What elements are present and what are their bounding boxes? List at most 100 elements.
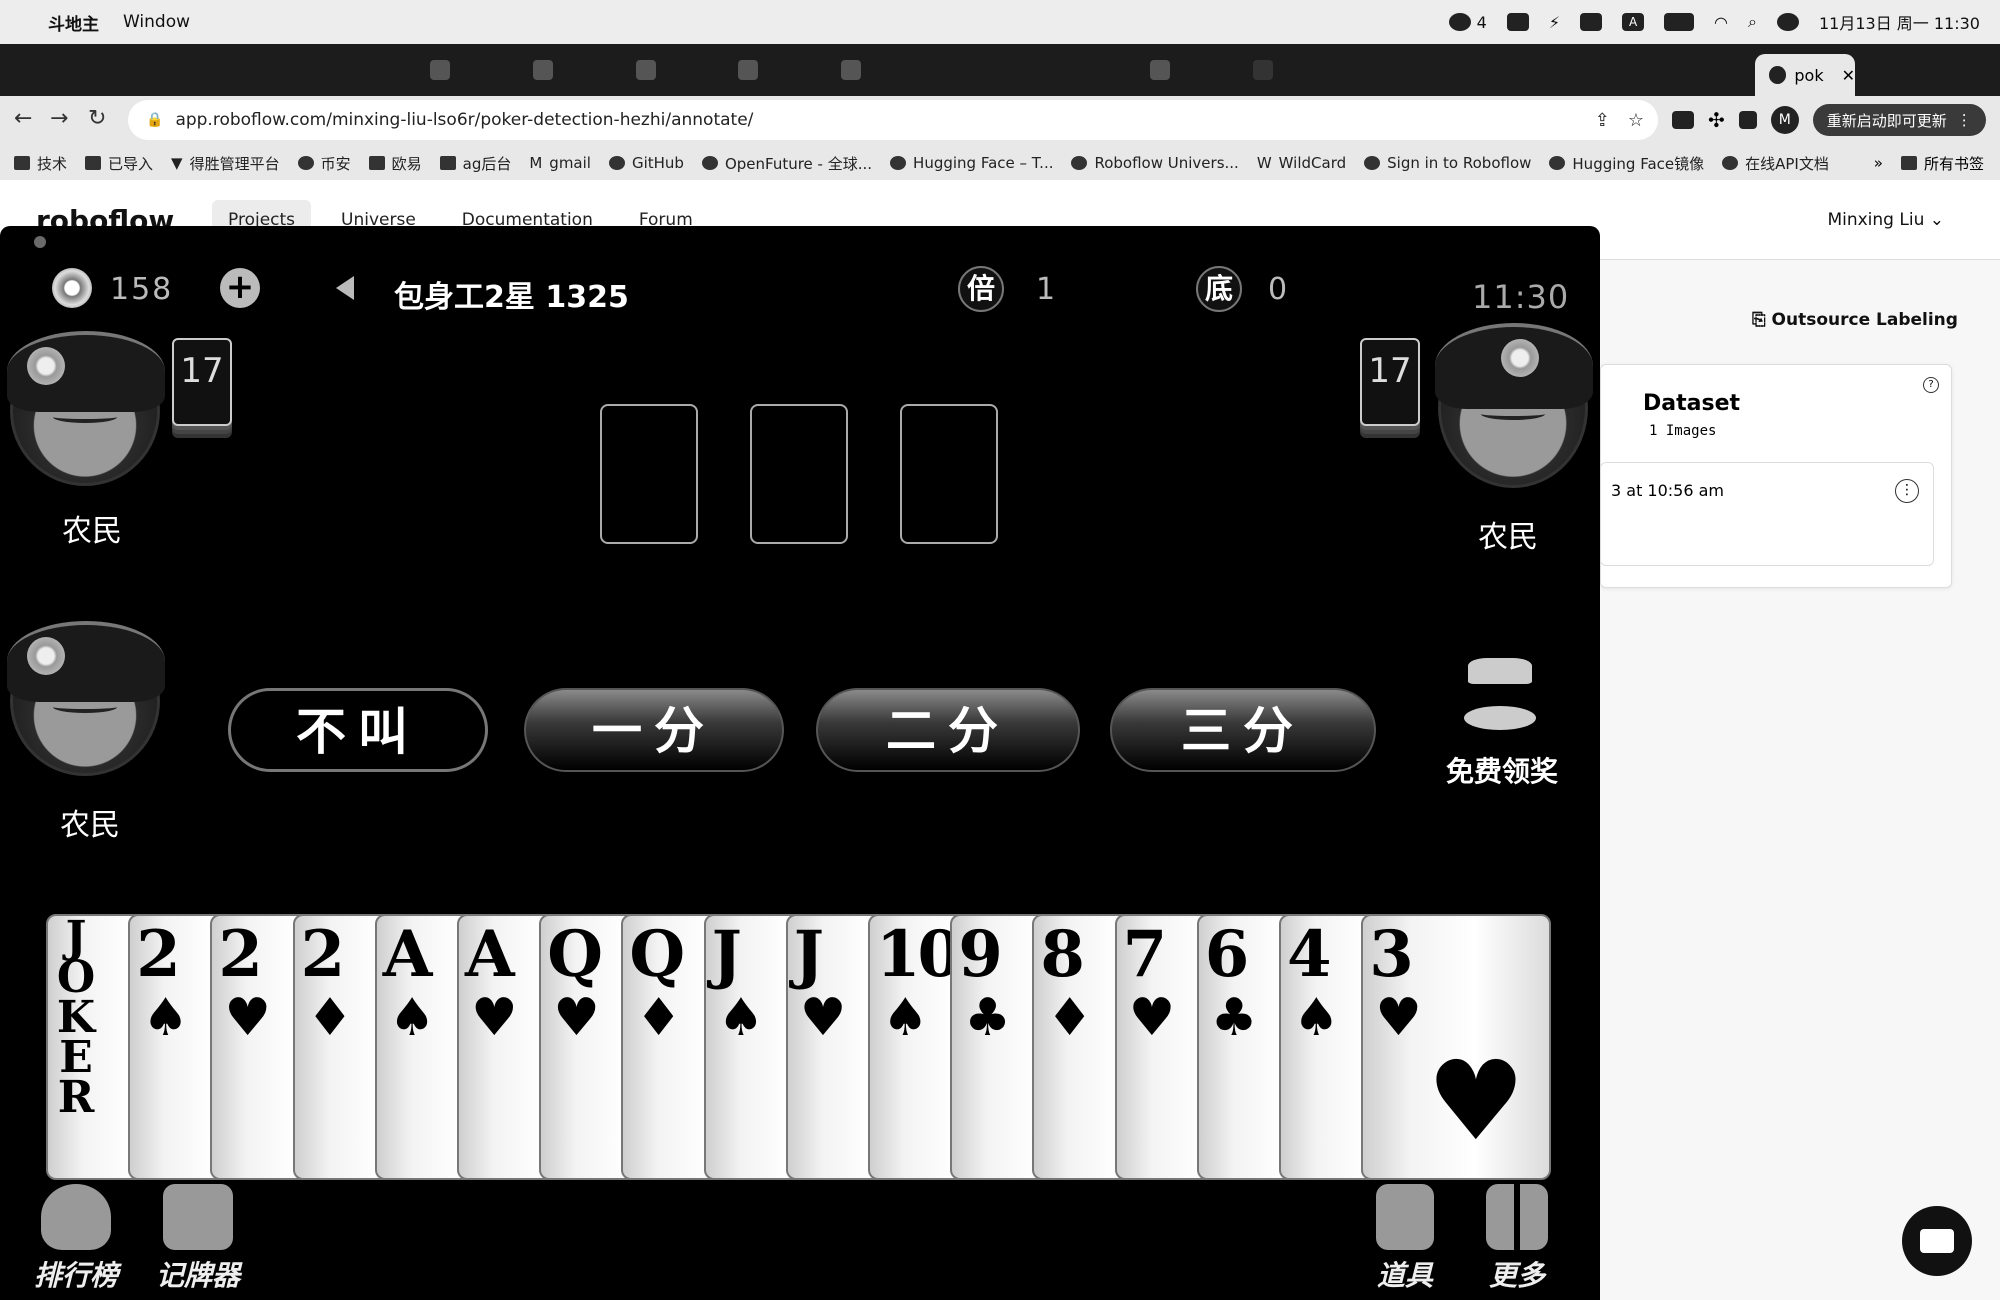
bookmarks-bar-right: » 所有书签: [1874, 146, 1984, 180]
bid-two-button[interactable]: 二分: [816, 688, 1080, 772]
bid-one-button[interactable]: 一分: [524, 688, 784, 772]
gmail-icon: M: [529, 154, 543, 172]
left-player-role: 农民: [62, 514, 122, 549]
tab-favicon[interactable]: [533, 60, 553, 80]
bookmark-item[interactable]: Mgmail: [529, 154, 591, 172]
right-player-role: 农民: [1478, 520, 1538, 555]
hand-card[interactable]: 3 ♥ ♥: [1361, 914, 1552, 1180]
bookmark-item[interactable]: 币安: [297, 153, 351, 174]
self-player-avatar[interactable]: [7, 621, 166, 776]
extension-icon[interactable]: [1672, 111, 1694, 129]
landlord-card-slot: [900, 404, 998, 544]
left-player-avatar[interactable]: [7, 331, 166, 486]
bookmarks-overflow-button[interactable]: »: [1874, 154, 1883, 172]
address-bar[interactable]: 🔒 app.roboflow.com/minxing-liu-lso6r/pok…: [128, 100, 1658, 140]
chat-icon: [1920, 1229, 1954, 1253]
profile-avatar[interactable]: M: [1770, 106, 1799, 134]
card-suit-icon: ♥: [553, 988, 600, 1048]
share-icon[interactable]: ⇪: [1595, 110, 1610, 131]
help-icon[interactable]: ?: [1923, 377, 1939, 393]
close-tab-icon[interactable]: ✕: [1842, 66, 1855, 85]
bookmark-item[interactable]: GitHub: [608, 154, 684, 172]
chat-support-button[interactable]: [1902, 1206, 1972, 1276]
outsource-label: Outsource Labeling: [1771, 310, 1958, 330]
window-dot-icon[interactable]: [34, 236, 46, 248]
tab-favicon[interactable]: [430, 60, 450, 80]
sidebar-icon[interactable]: [1738, 111, 1757, 129]
active-tab[interactable]: pok ✕: [1755, 54, 1855, 96]
bookmark-item[interactable]: ▼ 得胜管理平台: [171, 153, 280, 174]
bookmark-item[interactable]: OpenFuture - 全球...: [701, 153, 872, 174]
more-label: 更多: [1488, 1259, 1545, 1292]
input-source-icon[interactable]: A: [1622, 13, 1645, 31]
tab-favicon[interactable]: [636, 60, 656, 80]
reload-icon[interactable]: ↻: [88, 106, 106, 131]
bolt-icon[interactable]: ⚡: [1549, 13, 1560, 32]
tab-favicon[interactable]: [1253, 60, 1273, 80]
dataset-version-item[interactable]: 3 at 10:56 am ⋮: [1600, 462, 1934, 566]
bookmark-item[interactable]: W WildCard: [1257, 154, 1346, 172]
bid-pass-button[interactable]: 不叫: [228, 688, 488, 772]
right-player-card-count: 17: [1360, 338, 1420, 426]
search-icon[interactable]: ⌕: [1748, 12, 1757, 32]
card-counter-label: 记牌器: [156, 1259, 241, 1292]
game-top-bar: 158 + 包身工2星 1325 倍 1 底 0 11:30: [0, 266, 1600, 326]
tab-favicon[interactable]: [841, 60, 861, 80]
more-button[interactable]: 更多: [1486, 1184, 1548, 1294]
tab-favicon[interactable]: [738, 60, 758, 80]
right-player-avatar[interactable]: [1435, 323, 1594, 488]
landlord-card-slot: [750, 404, 848, 544]
user-menu[interactable]: Minxing Liu ⌄: [1827, 210, 1944, 230]
control-center-icon[interactable]: [1776, 13, 1799, 31]
bookmark-item[interactable]: Roboflow Univers...: [1071, 154, 1239, 172]
relaunch-button[interactable]: 重新启动即可更新 ⋮: [1812, 104, 1986, 136]
menubar-datetime[interactable]: 11月13日 周一 11:30: [1819, 10, 1980, 34]
add-coins-button[interactable]: +: [220, 268, 260, 308]
speaker-icon[interactable]: [336, 272, 376, 304]
bookmark-label: 得胜管理平台: [189, 154, 280, 173]
outsource-labeling-button[interactable]: ⎘ Outsource Labeling: [1752, 310, 1958, 330]
self-player-role: 农民: [60, 808, 120, 843]
bookmark-item[interactable]: 欧易: [368, 153, 422, 174]
bid-three-button[interactable]: 三分: [1110, 688, 1376, 772]
version-timestamp: 3 at 10:56 am: [1611, 481, 1725, 500]
menu-window[interactable]: Window: [123, 12, 190, 32]
gamepad-icon[interactable]: [1580, 13, 1603, 31]
puzzle-icon[interactable]: ✣: [1708, 108, 1725, 132]
tab-favicon[interactable]: [1150, 60, 1170, 80]
info-icon[interactable]: ⋮: [1895, 479, 1919, 503]
wechat-status[interactable]: 4: [1448, 13, 1487, 32]
card-suit-icon: ♠: [1293, 988, 1340, 1048]
bookmark-item[interactable]: Hugging Face – T...: [890, 154, 1053, 172]
card-rank: Q: [547, 917, 603, 992]
huggingface-icon: [890, 156, 907, 170]
menubar-status-area: 4 ⚡ A ◠ ⌕ 11月13日 周一 11:30: [1448, 0, 1980, 44]
notes-icon[interactable]: [1506, 13, 1529, 31]
menu-app-name[interactable]: 斗地主: [48, 10, 99, 35]
bookmark-item[interactable]: Sign in to Roboflow: [1364, 154, 1531, 172]
bookmark-label: Hugging Face镜像: [1572, 154, 1705, 173]
free-reward-icon[interactable]: [1460, 658, 1540, 738]
forward-icon[interactable]: →: [50, 106, 68, 131]
bookmark-item[interactable]: 已导入: [85, 153, 153, 174]
card-rank: JOKER: [56, 912, 96, 1123]
battery-icon[interactable]: [1664, 13, 1695, 31]
wifi-icon[interactable]: ◠: [1714, 13, 1728, 32]
doudizhu-game-window: 158 + 包身工2星 1325 倍 1 底 0 11:30 17 农民 17 …: [0, 226, 1600, 1300]
bookmark-item[interactable]: 在线API文档: [1722, 153, 1829, 174]
bookmark-item[interactable]: Hugging Face镜像: [1549, 153, 1704, 174]
bookmark-item[interactable]: 技术: [14, 153, 67, 174]
card-suit-icon: ♦: [635, 988, 683, 1048]
bookmark-item[interactable]: ag后台: [439, 153, 511, 174]
wechat-icon: [1448, 13, 1471, 31]
leaderboard-button[interactable]: 排行榜: [34, 1184, 118, 1294]
api-doc-icon: [1722, 156, 1739, 170]
all-bookmarks[interactable]: 所有书签: [1900, 153, 1984, 174]
back-icon[interactable]: ←: [14, 106, 32, 131]
props-button[interactable]: 道具: [1376, 1184, 1434, 1294]
free-reward-label[interactable]: 免费领奖: [1446, 750, 1558, 790]
chevron-down-icon: ⌄: [1929, 210, 1944, 230]
roboflow-icon: [1071, 156, 1088, 170]
card-counter-button[interactable]: 记牌器: [156, 1184, 240, 1294]
bookmark-star-icon[interactable]: ☆: [1628, 110, 1644, 131]
